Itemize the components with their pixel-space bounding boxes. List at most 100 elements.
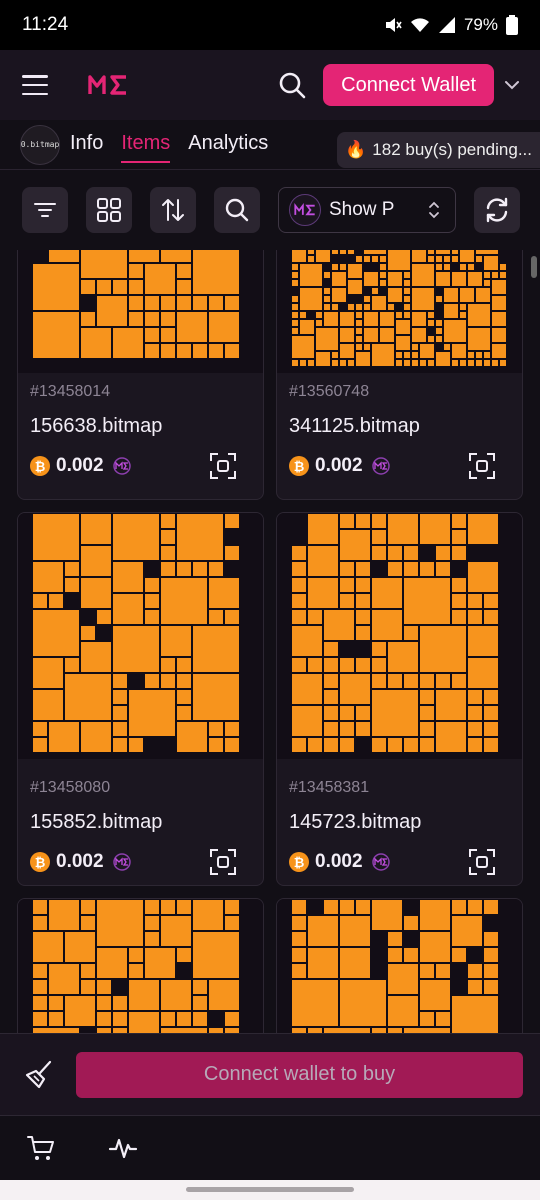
bitcoin-icon: ₿ (30, 456, 50, 476)
bitmap-block (113, 626, 159, 672)
bitmap-block (372, 658, 386, 672)
bitmap-block (452, 578, 466, 592)
search-icon[interactable] (277, 70, 307, 100)
bitmap-block (348, 250, 354, 254)
magic-eden-logo[interactable] (88, 72, 128, 98)
scan-icon[interactable] (209, 452, 237, 480)
bitmap-block (468, 594, 482, 608)
bitmap-block (113, 280, 127, 294)
bitmap-block (161, 1012, 175, 1026)
chevron-down-icon[interactable] (502, 75, 522, 95)
bitmap-block (364, 296, 370, 302)
bitmap-block (33, 690, 63, 720)
bitmap-block (468, 352, 474, 358)
bitmap-block (193, 250, 239, 294)
grid-icon (97, 198, 121, 222)
hamburger-icon[interactable] (22, 75, 48, 95)
scrollbar[interactable] (531, 256, 537, 278)
bitmap-block (356, 320, 362, 326)
item-card[interactable]: #13458080 155852.bitmap ₿ 0.002 (17, 512, 264, 886)
tab-analytics[interactable]: Analytics (188, 124, 268, 165)
bitmap-block (209, 980, 239, 1010)
bitmap-block (33, 722, 47, 736)
bitmap-block (177, 312, 207, 342)
bitmap-block (177, 562, 191, 576)
bitmap-block (193, 996, 207, 1010)
cart-icon[interactable] (26, 1133, 56, 1163)
bitmap-block (484, 722, 498, 736)
bitmap-block (452, 900, 466, 914)
tab-items[interactable]: Items (121, 124, 170, 165)
bitmap-block (484, 352, 490, 358)
buy-bar: Connect wallet to buy (0, 1033, 540, 1115)
bitmap-block (332, 304, 338, 310)
bitmap-block (340, 658, 354, 672)
bitmap-block (49, 250, 79, 262)
bitmap-block (81, 722, 111, 752)
bitmap-block (372, 578, 402, 608)
bitmap-block (388, 272, 402, 286)
bitmap-block (193, 562, 207, 576)
sort-button[interactable] (150, 187, 196, 233)
bitmap-block (145, 594, 159, 608)
bitmap-block (428, 312, 434, 318)
bitmap-block (364, 344, 370, 350)
bitmap-block (97, 610, 111, 624)
bitmap-block (340, 360, 346, 366)
bitmap-block (292, 296, 298, 302)
bitmap-block (49, 996, 63, 1010)
bitmap-block (292, 900, 306, 914)
bitmap-block (113, 562, 143, 592)
bitmap-block (308, 948, 338, 978)
tab-info[interactable]: Info (70, 124, 103, 165)
bitmap-block (452, 916, 482, 946)
bitmap-block (324, 642, 338, 656)
bitmap-block (452, 250, 458, 254)
scan-icon[interactable] (209, 848, 237, 876)
filter-button[interactable] (22, 187, 68, 233)
bitmap-block (33, 562, 63, 592)
bitmap-block (129, 296, 143, 310)
bitmap-block (436, 546, 450, 560)
item-card[interactable]: #13458014 156638.bitmap ₿ 0.002 (17, 250, 264, 500)
bitmap-block (372, 546, 386, 560)
home-indicator[interactable] (186, 1187, 354, 1192)
refresh-icon (486, 197, 508, 223)
item-card[interactable]: #13560748 341125.bitmap ₿ 0.002 (276, 250, 523, 500)
bitmap-block (49, 594, 63, 608)
bitmap-block (436, 256, 442, 262)
show-price-select[interactable]: Show P (278, 187, 456, 233)
bitmap-block (145, 344, 159, 358)
scan-icon[interactable] (468, 848, 496, 876)
bitmap-block (177, 900, 191, 914)
bitmap-block (129, 948, 143, 962)
bitmap-block (193, 674, 239, 720)
toolbar-search-button[interactable] (214, 187, 260, 233)
item-card[interactable] (276, 898, 523, 1033)
bitmap-block (372, 344, 394, 366)
bitmap-block (33, 996, 47, 1010)
bitmap-block (404, 312, 410, 318)
bitmap-block (308, 578, 338, 608)
pending-buys-chip[interactable]: 🔥 182 buy(s) pending... (337, 132, 540, 168)
broom-icon[interactable] (22, 1057, 58, 1093)
activity-icon[interactable] (108, 1133, 138, 1163)
bitmap-block (97, 280, 111, 294)
magic-eden-icon (112, 457, 131, 475)
bitmap-block (177, 296, 191, 310)
scan-icon[interactable] (468, 452, 496, 480)
bitmap-block (468, 738, 482, 752)
connect-wallet-button[interactable]: Connect Wallet (323, 64, 494, 106)
refresh-button[interactable] (474, 187, 520, 233)
bitmap-block (476, 360, 482, 366)
bottom-nav (0, 1115, 540, 1180)
connect-wallet-to-buy-button[interactable]: Connect wallet to buy (76, 1051, 523, 1098)
bitmap-block (292, 562, 306, 576)
item-card[interactable] (17, 898, 264, 1033)
bitmap-block (324, 272, 330, 278)
item-card[interactable]: #13458381 145723.bitmap ₿ 0.002 (276, 512, 523, 886)
bitmap-block (460, 312, 466, 318)
bitmap-block (332, 360, 338, 366)
bitmap-block (225, 738, 239, 752)
grid-view-button[interactable] (86, 187, 132, 233)
